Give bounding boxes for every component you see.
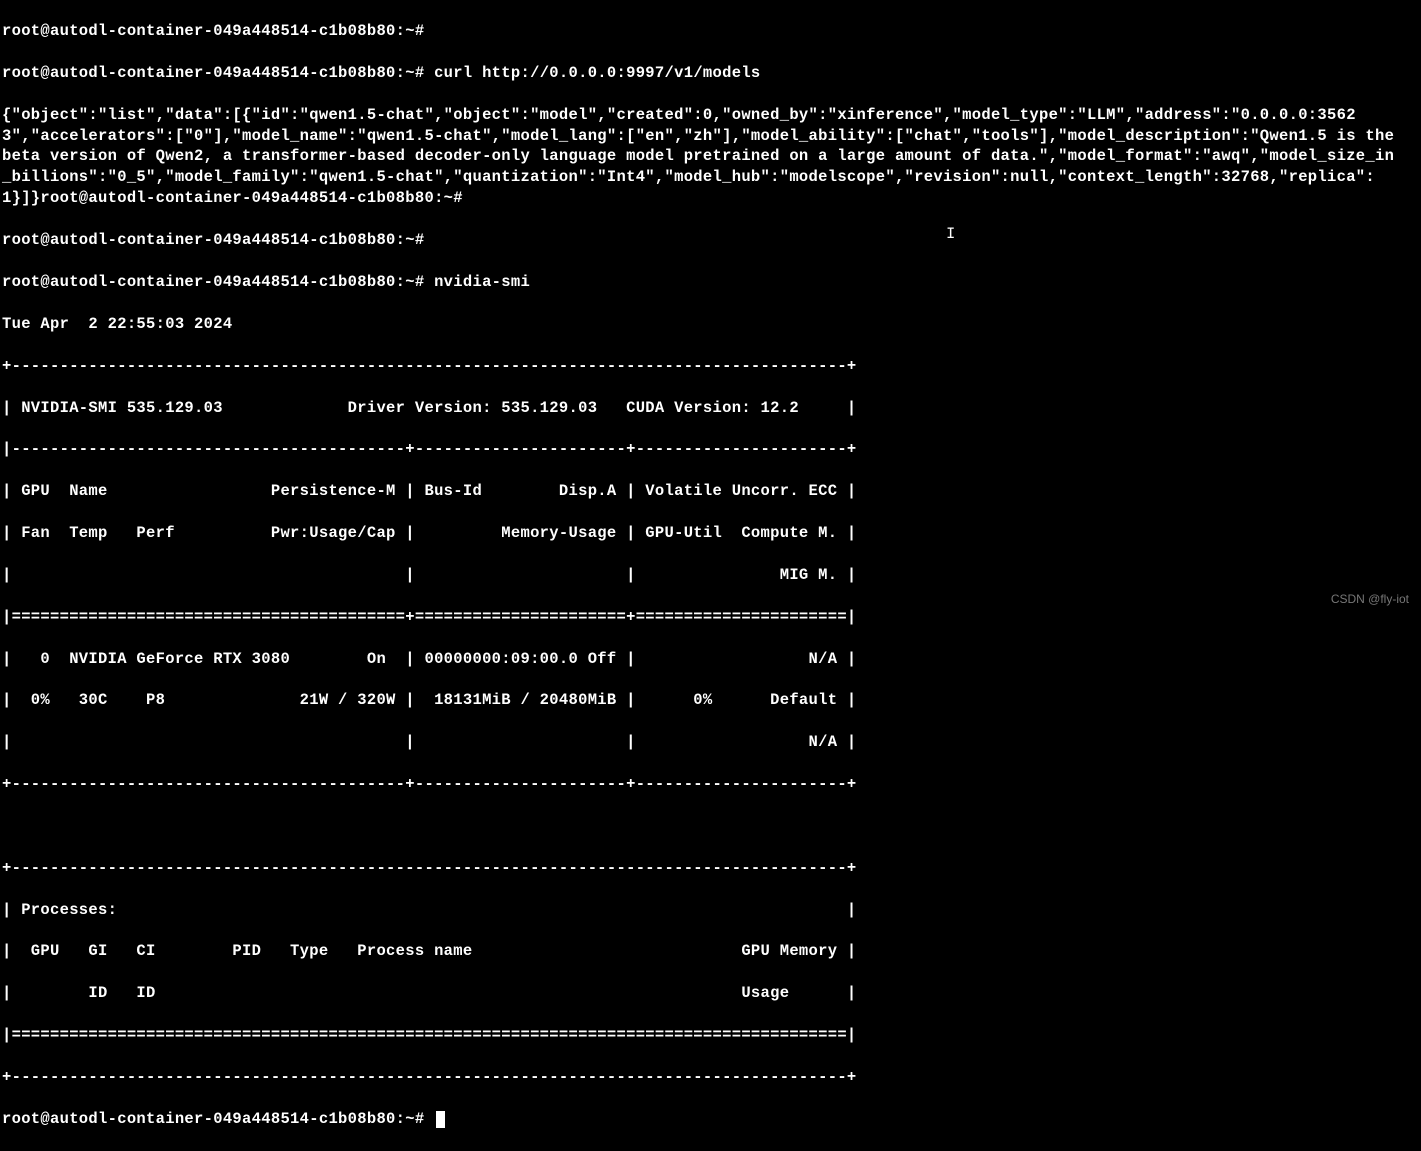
watermark-text: CSDN @fly-iot bbox=[1331, 591, 1409, 607]
smi-processes-cols: | ID ID Usage | bbox=[2, 983, 1419, 1004]
prompt-line[interactable]: root@autodl-container-049a448514-c1b08b8… bbox=[2, 1109, 1419, 1130]
smi-blank bbox=[2, 816, 1419, 837]
curl-response-json: {"object":"list","data":[{"id":"qwen1.5-… bbox=[2, 105, 1402, 210]
smi-border: +---------------------------------------… bbox=[2, 774, 1419, 795]
smi-sep: |=======================================… bbox=[2, 1025, 1419, 1046]
smi-border: +---------------------------------------… bbox=[2, 356, 1419, 377]
smi-sep: |---------------------------------------… bbox=[2, 439, 1419, 460]
smi-version: | NVIDIA-SMI 535.129.03 Driver Version: … bbox=[2, 398, 1419, 419]
smi-header: | | | MIG M. | bbox=[2, 565, 1419, 586]
cursor-block bbox=[436, 1111, 445, 1128]
curl-command: curl http://0.0.0.0:9997/v1/models bbox=[434, 64, 760, 82]
prompt-line: root@autodl-container-049a448514-c1b08b8… bbox=[2, 63, 1419, 84]
smi-header: | GPU Name Persistence-M | Bus-Id Disp.A… bbox=[2, 481, 1419, 502]
smi-gpu-row: | | | N/A | bbox=[2, 732, 1419, 753]
smi-border: +---------------------------------------… bbox=[2, 858, 1419, 879]
prompt-line: root@autodl-container-049a448514-c1b08b8… bbox=[2, 21, 1419, 42]
prompt-line: root@autodl-container-049a448514-c1b08b8… bbox=[2, 272, 1419, 293]
terminal-output[interactable]: root@autodl-container-049a448514-c1b08b8… bbox=[0, 0, 1421, 1151]
smi-processes-header: | Processes: | bbox=[2, 900, 1419, 921]
smi-gpu-row: | 0 NVIDIA GeForce RTX 3080 On | 0000000… bbox=[2, 649, 1419, 670]
prompt-line: root@autodl-container-049a448514-c1b08b8… bbox=[2, 230, 1419, 251]
text-caret-icon: I bbox=[946, 224, 956, 245]
smi-header: | Fan Temp Perf Pwr:Usage/Cap | Memory-U… bbox=[2, 523, 1419, 544]
smi-gpu-row: | 0% 30C P8 21W / 320W | 18131MiB / 2048… bbox=[2, 690, 1419, 711]
smi-border: +---------------------------------------… bbox=[2, 1067, 1419, 1088]
nvidia-date: Tue Apr 2 22:55:03 2024 bbox=[2, 314, 1419, 335]
smi-sep: |=======================================… bbox=[2, 607, 1419, 628]
nvidia-smi-command: nvidia-smi bbox=[434, 273, 530, 291]
smi-processes-cols: | GPU GI CI PID Type Process name GPU Me… bbox=[2, 941, 1419, 962]
